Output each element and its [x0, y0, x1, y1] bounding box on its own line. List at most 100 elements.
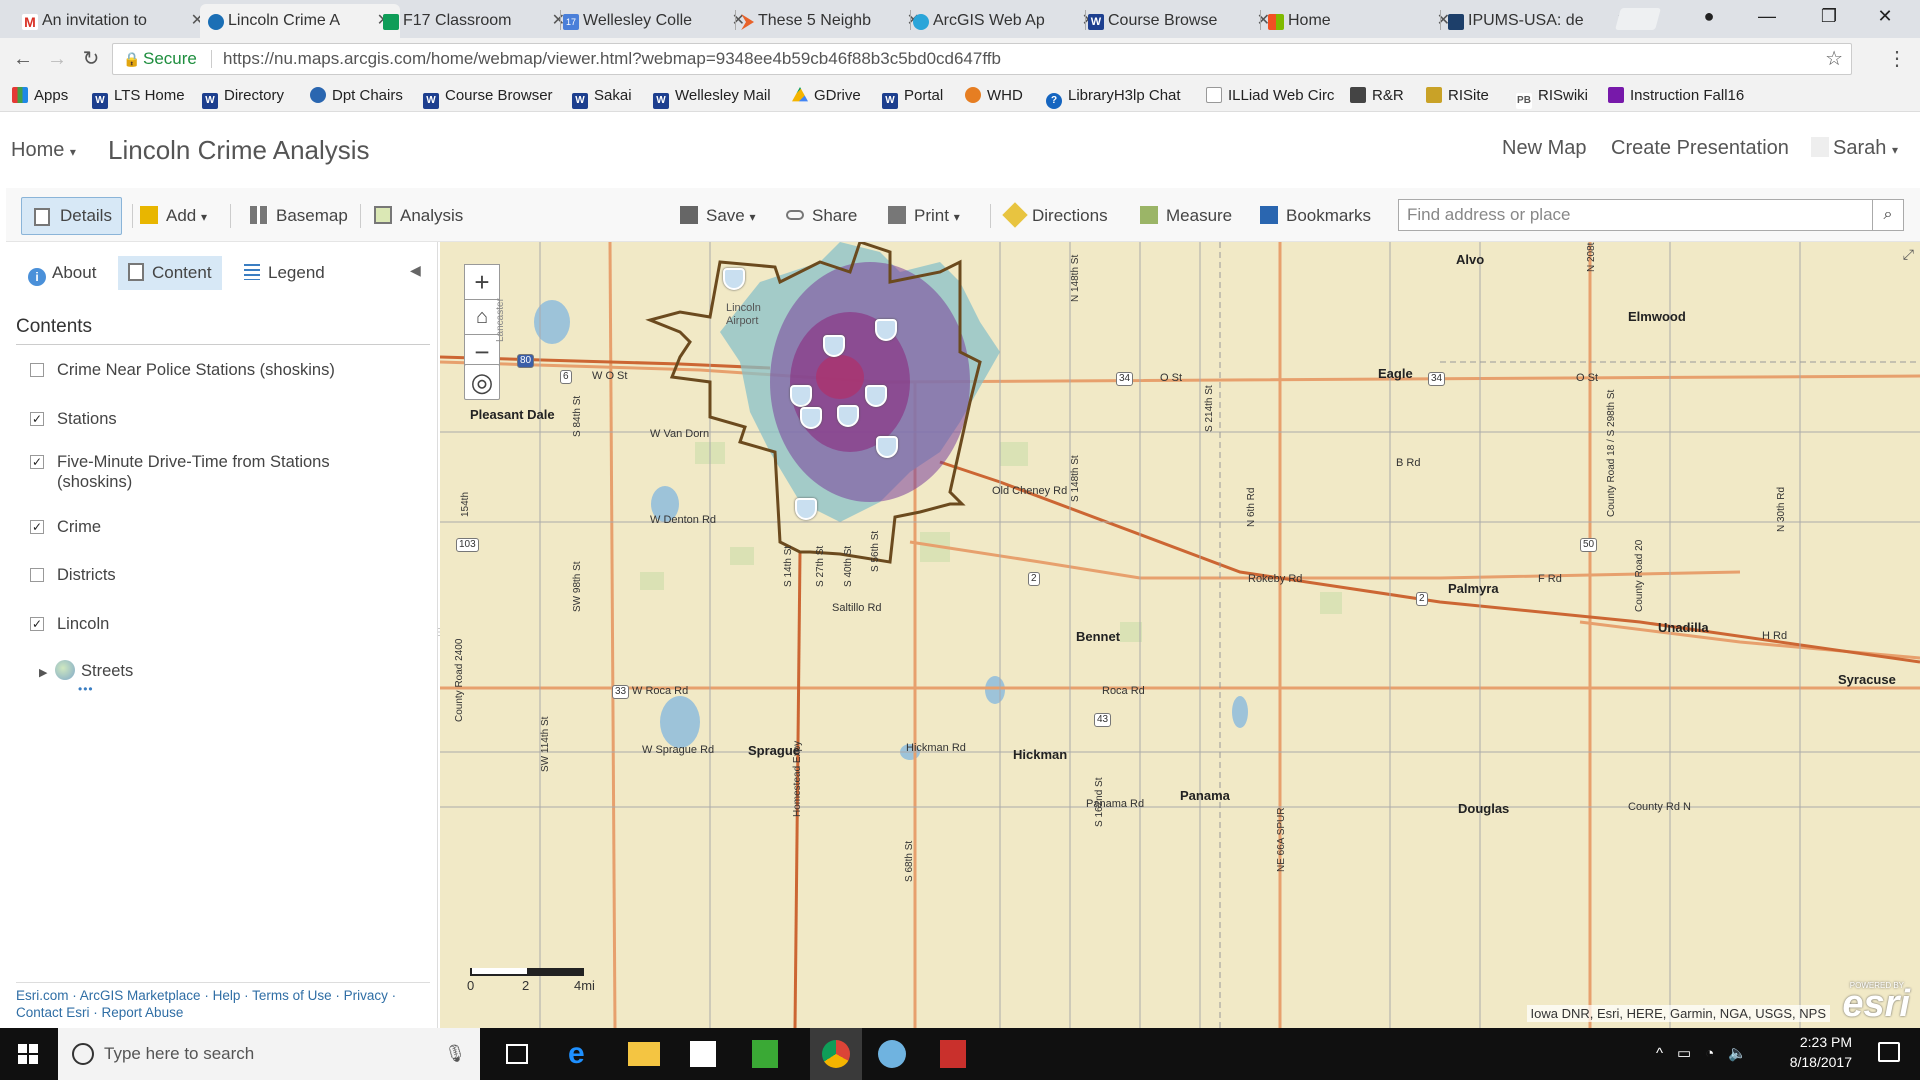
esri-link[interactable]: Esri.com	[16, 988, 69, 1003]
tab-about[interactable]: i About	[18, 256, 106, 290]
contact-link[interactable]: Contact Esri	[16, 1005, 90, 1020]
police-station-marker[interactable]	[823, 335, 845, 357]
police-station-marker[interactable]	[790, 385, 812, 407]
bookmark-wellesley-mail[interactable]: W Wellesley Mail	[653, 86, 771, 109]
marketplace-link[interactable]: ArcGIS Marketplace	[80, 988, 201, 1003]
bookmark-directory[interactable]: W Directory	[202, 86, 284, 109]
bookmark-whd[interactable]: WHD	[965, 86, 1023, 106]
bookmark-gdrive[interactable]: GDrive	[792, 86, 861, 106]
bookmark-risite[interactable]: RISite	[1426, 86, 1489, 106]
tab-home[interactable]: Home ✕	[1260, 4, 1460, 38]
police-station-marker[interactable]	[876, 436, 898, 458]
address-search-input[interactable]: Find address or place	[1398, 199, 1873, 231]
home-menu[interactable]: Home ▾	[11, 139, 76, 162]
analysis-button[interactable]: Analysis	[374, 202, 463, 230]
task-view-icon[interactable]	[506, 1044, 528, 1064]
layer-lincoln[interactable]: ✓ Lincoln	[30, 614, 357, 634]
layer-crime-near-police[interactable]: Crime Near Police Stations (shoskins)	[30, 360, 357, 380]
layer-crime[interactable]: ✓ Crime	[30, 517, 357, 537]
police-station-marker[interactable]	[723, 268, 745, 290]
add-button[interactable]: Add ▾	[140, 202, 207, 230]
help-link[interactable]: Help	[213, 988, 241, 1003]
police-station-marker[interactable]	[865, 385, 887, 407]
bookmark-dpt-chairs[interactable]: Dpt Chairs	[310, 86, 403, 106]
bookmark-portal[interactable]: W Portal	[882, 86, 943, 109]
bookmark-course-browser[interactable]: W Course Browser	[423, 86, 553, 109]
layer-checkbox[interactable]: ✓	[30, 520, 44, 534]
acrobat-icon[interactable]	[940, 1040, 966, 1068]
collapse-panel-icon[interactable]: ◀	[410, 262, 421, 279]
tab-gmail[interactable]: M An invitation to ✕	[14, 4, 214, 38]
tab-course-browser[interactable]: W Course Browse ✕	[1080, 4, 1280, 38]
bookmark-apps[interactable]: Apps	[12, 86, 68, 106]
tab-ipums[interactable]: IPUMS-USA: de✕	[1440, 4, 1640, 38]
terms-link[interactable]: Terms of Use	[252, 988, 332, 1003]
file-explorer-icon[interactable]	[628, 1042, 660, 1066]
new-map-link[interactable]: New Map	[1502, 137, 1586, 160]
measure-button[interactable]: Measure	[1140, 202, 1232, 230]
police-station-marker[interactable]	[800, 407, 822, 429]
search-icon[interactable]: ⌕	[1872, 199, 1904, 231]
bookmarks-button[interactable]: Bookmarks	[1260, 202, 1371, 230]
report-abuse-link[interactable]: Report Abuse	[102, 1005, 184, 1020]
profile-icon[interactable]: ●	[1686, 0, 1732, 34]
bookmark-lts-home[interactable]: W LTS Home	[92, 86, 185, 109]
layer-checkbox[interactable]: ✓	[30, 412, 44, 426]
save-button[interactable]: Save ▾	[680, 202, 756, 230]
bookmark-illiad[interactable]: ILLiad Web Circ	[1206, 86, 1334, 106]
map-view[interactable]: + ⌂ − ◎ ⤢ Alvo Elmwood Eagle Pleasant Da…	[440, 242, 1920, 1028]
taskbar-clock[interactable]: 2:23 PM 8/18/2017	[1790, 1032, 1852, 1072]
layer-districts[interactable]: Districts	[30, 565, 357, 585]
new-tab-button[interactable]	[1615, 8, 1661, 30]
back-arrow-icon[interactable]: ←	[10, 46, 36, 72]
layer-checkbox[interactable]: ✓	[30, 455, 44, 469]
police-station-marker[interactable]	[837, 405, 859, 427]
tab-f17-classroom[interactable]: F17 Classroom ✕	[375, 4, 575, 38]
microphone-icon[interactable]: 🎙	[444, 1028, 466, 1080]
print-button[interactable]: Print ▾	[888, 202, 960, 230]
expand-map-icon[interactable]: ⤢	[1903, 246, 1914, 263]
layer-options-icon[interactable]: •••	[78, 682, 94, 696]
locate-button[interactable]: ◎	[464, 364, 500, 400]
layer-streets[interactable]: ▶ Streets	[31, 660, 381, 683]
layer-drive-time[interactable]: ✓ Five-Minute Drive-Time from Stations (s…	[30, 452, 357, 492]
tab-content[interactable]: Content	[118, 256, 222, 290]
close-window-button[interactable]: ✕	[1862, 0, 1908, 34]
windows-start-icon[interactable]	[18, 1044, 38, 1064]
create-presentation-link[interactable]: Create Presentation	[1611, 137, 1789, 160]
layer-stations[interactable]: ✓ Stations	[30, 409, 357, 429]
tab-wellesley-college[interactable]: 17 Wellesley Colle ✕	[555, 4, 755, 38]
details-button[interactable]: Details	[21, 197, 122, 235]
directions-button[interactable]: Directions	[1002, 202, 1108, 230]
police-station-marker[interactable]	[795, 498, 817, 520]
bookmark-riswiki[interactable]: PB RISwiki	[1516, 86, 1588, 109]
tab-arcgis-web-app[interactable]: ArcGIS Web Ap✕	[905, 4, 1105, 38]
basemap-button[interactable]: Basemap	[250, 202, 348, 230]
tab-legend[interactable]: Legend	[234, 256, 335, 290]
notification-icon[interactable]	[1878, 1042, 1900, 1062]
bookmark-sakai[interactable]: W Sakai	[572, 86, 632, 109]
esri-logo[interactable]: esri	[1842, 983, 1910, 1026]
police-station-marker[interactable]	[875, 319, 897, 341]
menu-icon[interactable]: ⋮	[1884, 46, 1910, 72]
chrome-taskbar-button[interactable]	[810, 1028, 862, 1080]
evernote-like-icon[interactable]	[752, 1040, 778, 1068]
tab-lincoln-crime[interactable]: Lincoln Crime A✕	[200, 4, 400, 38]
user-menu[interactable]: Sarah ▾	[1811, 137, 1898, 160]
minimize-button[interactable]: —	[1744, 0, 1790, 34]
layer-checkbox[interactable]	[30, 568, 44, 582]
bookmark-libraryh3lp[interactable]: ? LibraryH3lp Chat	[1046, 86, 1181, 109]
forward-arrow-icon[interactable]: →	[44, 46, 70, 72]
url-input[interactable]: 🔒 Secure https://nu.maps.arcgis.com/home…	[112, 43, 1852, 75]
maximize-button[interactable]: ❐	[1806, 0, 1852, 34]
bookmark-rr[interactable]: R&R	[1350, 86, 1404, 106]
tab-neighborhoods[interactable]: These 5 Neighb✕	[730, 4, 930, 38]
taskbar-search-input[interactable]: Type here to search 🎙	[58, 1028, 480, 1080]
layer-checkbox[interactable]	[30, 363, 44, 377]
arcgis-desktop-icon[interactable]	[878, 1040, 906, 1068]
map-attribution[interactable]: Iowa DNR, Esri, HERE, Garmin, NGA, USGS,…	[1526, 1005, 1830, 1022]
reload-icon[interactable]: ↻	[78, 46, 104, 72]
layer-checkbox[interactable]: ✓	[30, 617, 44, 631]
expand-triangle-icon[interactable]: ▶	[39, 663, 47, 683]
privacy-link[interactable]: Privacy	[344, 988, 388, 1003]
